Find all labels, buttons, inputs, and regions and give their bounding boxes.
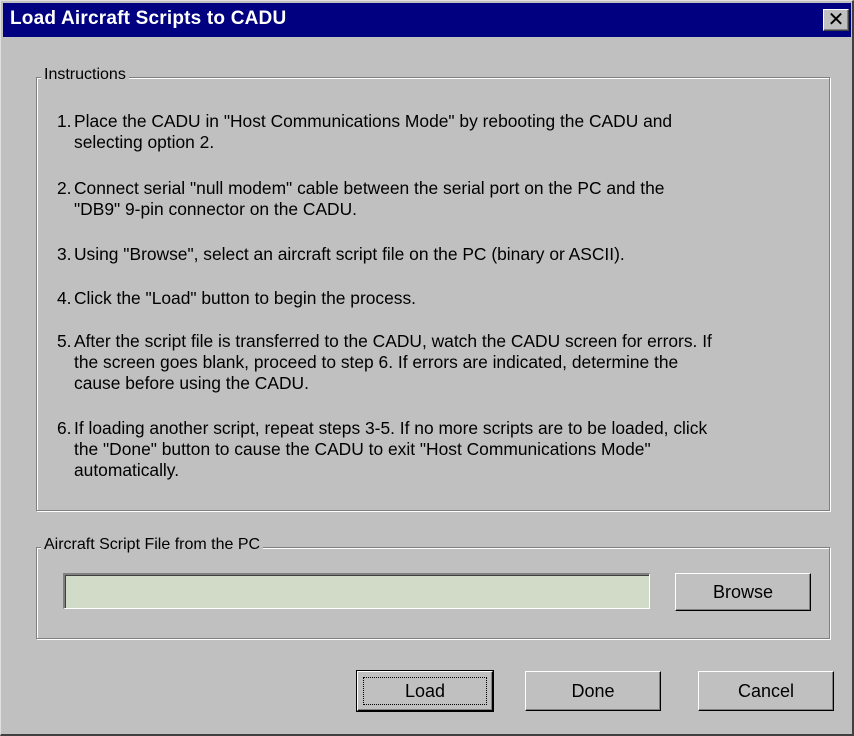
instruction-step-1: 1. Place the CADU in "Host Communication… [57,111,673,152]
done-button[interactable]: Done [525,671,661,711]
instruction-step-4: 4. Click the "Load" button to begin the … [57,288,417,308]
instruction-step-5: 5. After the script file is transferred … [57,331,712,393]
instruction-step-3: 3. Using "Browse", select an aircraft sc… [57,244,625,264]
load-scripts-dialog: Load Aircraft Scripts to CADU ✕ Instruct… [0,0,854,736]
window-title: Load Aircraft Scripts to CADU [10,8,287,29]
cancel-button[interactable]: Cancel [698,671,834,711]
load-button[interactable]: Load [356,670,494,712]
instruction-step-6: 6. If loading another script, repeat ste… [57,418,708,480]
instruction-step-2: 2. Connect serial "null modem" cable bet… [57,178,665,219]
title-bar[interactable]: Load Aircraft Scripts to CADU ✕ [3,3,851,37]
script-file-group: Aircraft Script File from the PC Browse [36,536,830,639]
browse-button[interactable]: Browse [675,573,811,611]
close-button[interactable]: ✕ [823,9,849,31]
instructions-legend: Instructions [41,66,129,84]
close-icon: ✕ [827,7,845,31]
script-file-path-field[interactable] [63,573,650,609]
instructions-group: Instructions 1. Place the CADU in "Host … [36,66,830,511]
script-file-legend: Aircraft Script File from the PC [41,536,264,554]
